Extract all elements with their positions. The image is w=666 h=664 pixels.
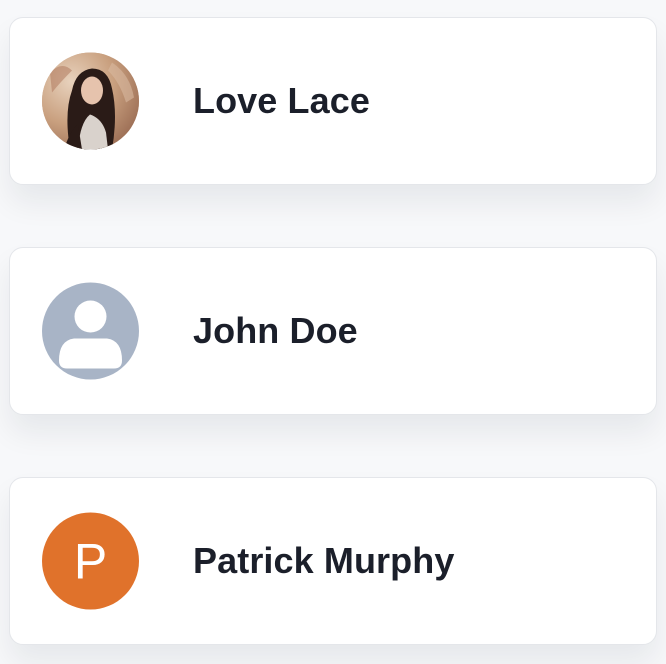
avatar: P bbox=[42, 512, 139, 610]
avatar bbox=[42, 282, 139, 380]
contact-card-love-lace[interactable]: Love Lace bbox=[9, 17, 657, 185]
contact-list: Love Lace John Doe P Patrick Murphy bbox=[0, 0, 666, 664]
contact-name: John Doe bbox=[193, 310, 358, 351]
contact-name: Patrick Murphy bbox=[193, 540, 455, 581]
person-photo-icon bbox=[42, 52, 139, 150]
contact-card-john-doe[interactable]: John Doe bbox=[9, 247, 657, 415]
contact-name: Love Lace bbox=[193, 80, 370, 121]
avatar-initial: P bbox=[73, 533, 108, 589]
avatar bbox=[42, 52, 139, 150]
user-icon bbox=[59, 300, 122, 369]
contact-card-patrick-murphy[interactable]: P Patrick Murphy bbox=[9, 477, 657, 645]
